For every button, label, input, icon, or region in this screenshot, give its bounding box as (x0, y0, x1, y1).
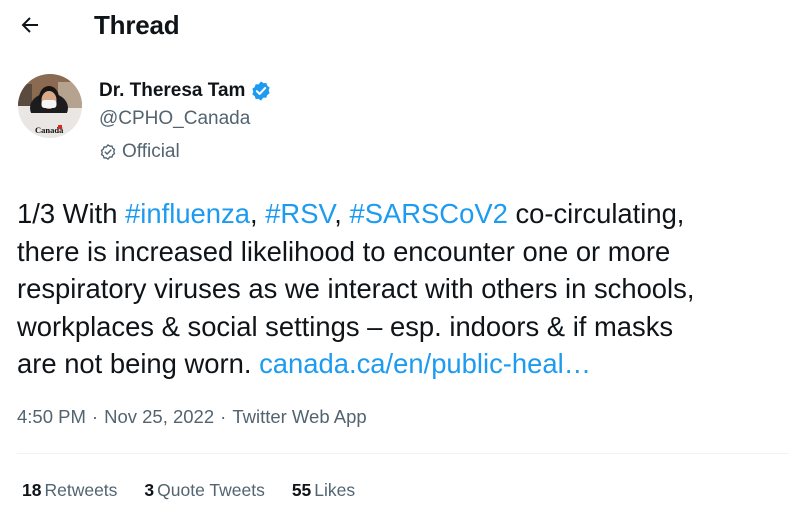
hashtag-link[interactable]: #RSV (265, 198, 334, 229)
tweet-meta: 4:50 PM · Nov 25, 2022 · Twitter Web App (17, 406, 367, 428)
back-button[interactable] (12, 7, 48, 43)
tweet-line: respiratory viruses as we interact with … (17, 273, 695, 304)
page-title: Thread (94, 10, 180, 40)
retweets-stat[interactable]: 18 Retweets (22, 480, 117, 501)
quote-tweets-stat[interactable]: 3 Quote Tweets (144, 480, 264, 501)
tweet-line: there is increased likelihood to encount… (17, 235, 671, 267)
external-link[interactable]: canada.ca/en/public-heal… (259, 348, 591, 379)
tweet-line: workplaces & social settings – esp. indo… (17, 310, 674, 342)
tweet-date[interactable]: Nov 25, 2022 (104, 406, 214, 428)
official-label: Official (99, 141, 180, 163)
avatar[interactable]: Canadä (18, 74, 82, 138)
author-handle[interactable]: @CPHO_Canada (99, 108, 250, 130)
likes-count: 55 (291, 480, 312, 500)
tweet-text-segment: , (249, 198, 266, 229)
tweet-text-segment: co-circulating, (507, 198, 685, 229)
hashtag-link[interactable]: #SARSCoV2 (349, 198, 507, 229)
official-badge-icon (99, 143, 117, 161)
author-name-text: Dr. Theresa Tam (99, 80, 246, 101)
tweet-line: 1/3 With #influenza, #RSV, #SARSCoV2 co-… (17, 195, 802, 233)
tweet-line: are not being worn. canada.ca/en/public-… (17, 345, 802, 383)
engagement-stats: 18 Retweets 3 Quote Tweets 55 Likes (22, 480, 355, 501)
hashtag-link[interactable]: #influenza (125, 198, 250, 229)
official-label-text: Official (122, 141, 180, 162)
tweet-text-segment: , (334, 198, 350, 229)
avatar-image: Canadä (18, 74, 82, 138)
author-name[interactable]: Dr. Theresa Tam (99, 80, 272, 102)
tweet-text-segment: are not being worn. (17, 348, 260, 379)
quote-tweets-count: 3 (144, 480, 155, 500)
tweet-time[interactable]: 4:50 PM (17, 406, 86, 428)
arrow-left-icon (21, 17, 38, 33)
likes-label: Likes (314, 480, 356, 500)
meta-separator: · (220, 406, 227, 427)
divider (17, 453, 789, 454)
quote-tweets-label: Quote Tweets (157, 480, 265, 500)
meta-separator: · (91, 406, 99, 427)
retweets-count: 18 (22, 480, 42, 500)
tweet-text-segment: 1/3 With (17, 198, 126, 229)
retweets-label: Retweets (44, 480, 118, 500)
header-bar: Thread (0, 0, 811, 52)
tweet-text: 1/3 With #influenza, #RSV, #SARSCoV2 co-… (17, 195, 802, 383)
verified-badge-icon (250, 80, 272, 102)
tweet-source-app[interactable]: Twitter Web App (232, 406, 366, 428)
likes-stat[interactable]: 55 Likes (292, 480, 355, 501)
